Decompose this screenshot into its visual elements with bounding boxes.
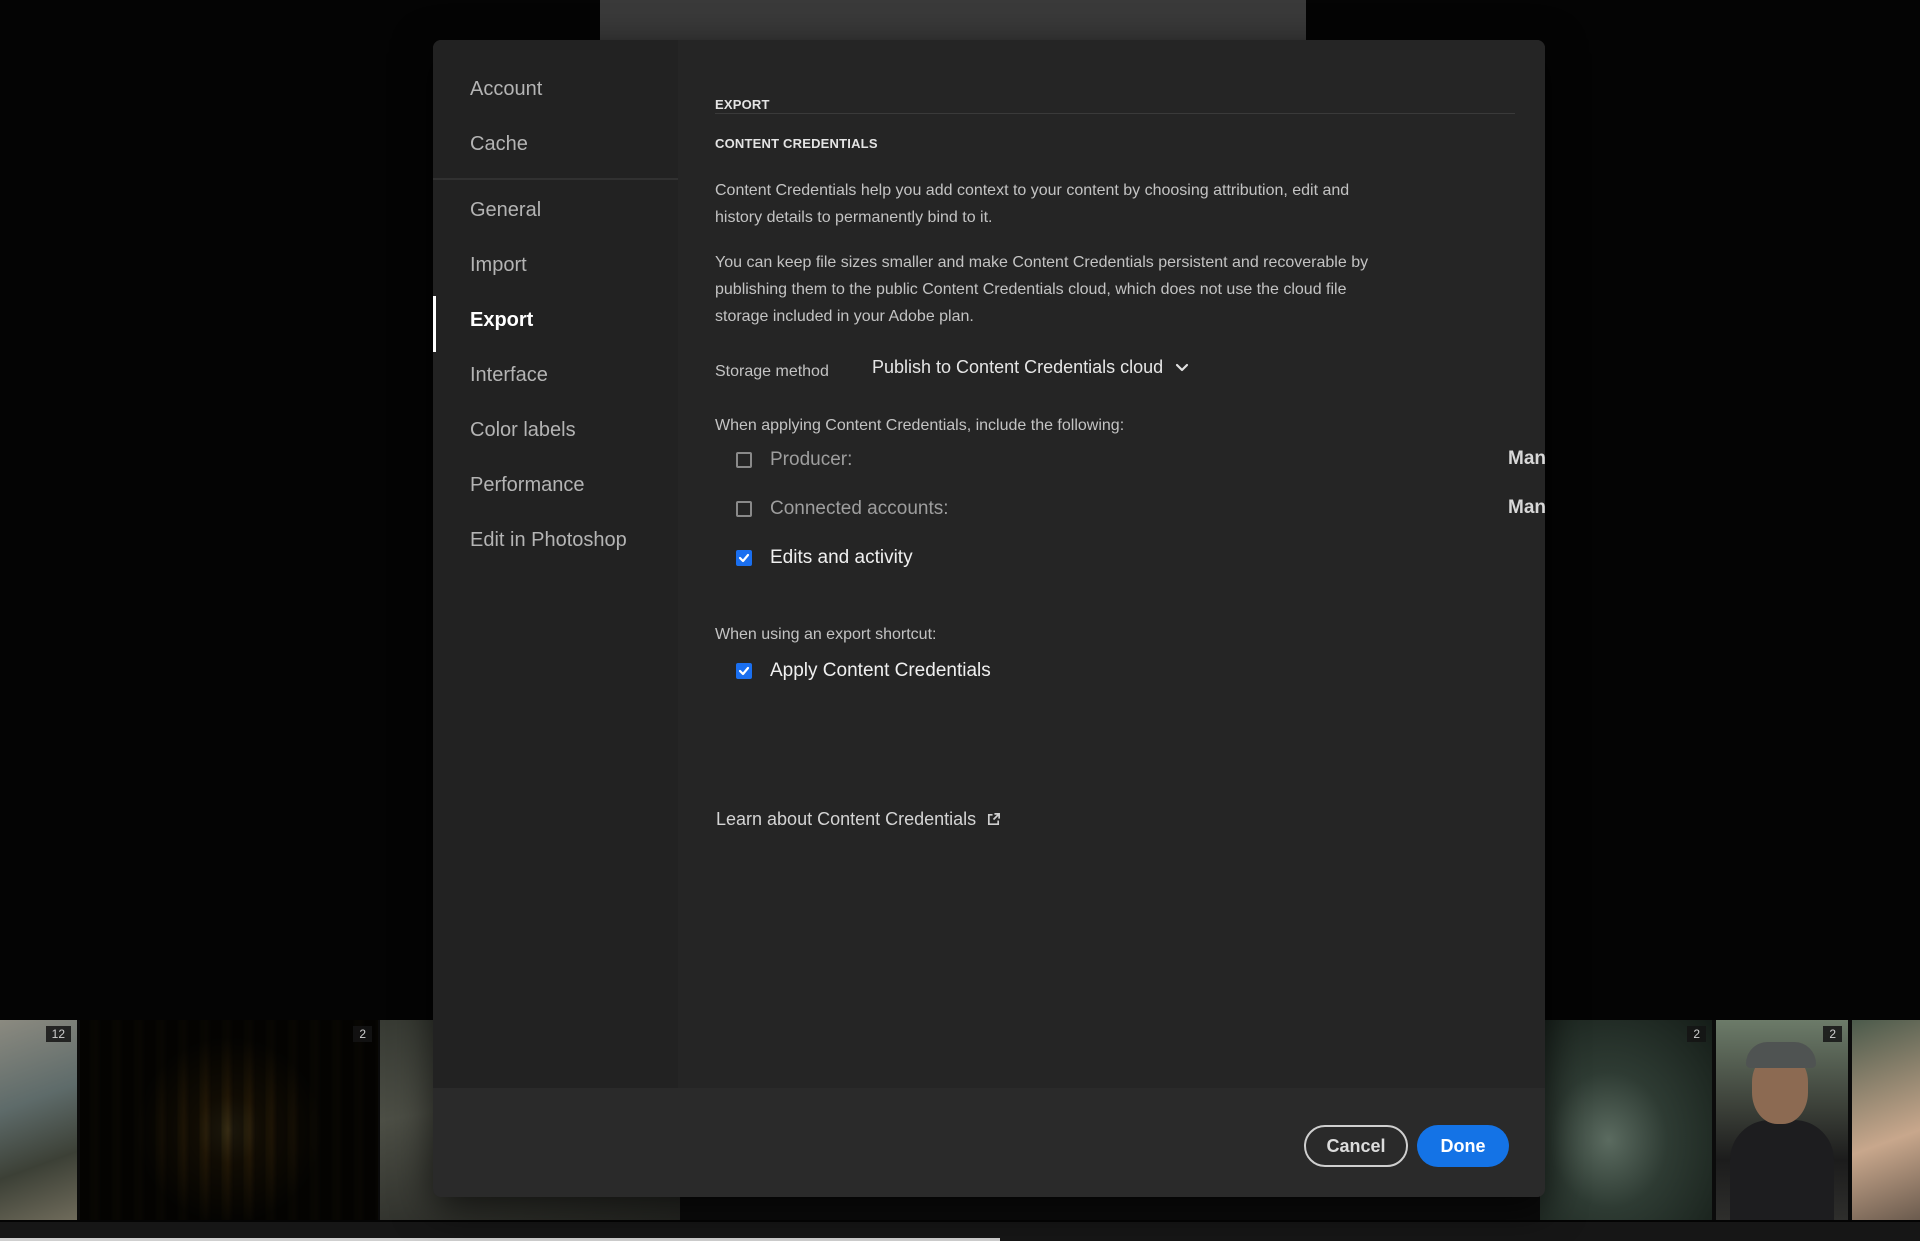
connected-accounts-label: Connected accounts: <box>770 498 949 519</box>
storage-method-value: Publish to Content Credentials cloud <box>872 357 1164 377</box>
learn-link-label: Learn about Content Credentials <box>716 809 977 829</box>
preferences-content: EXPORT CONTENT CREDENTIALS Content Crede… <box>678 40 1545 1088</box>
portrait-cap <box>1746 1042 1816 1068</box>
checkmark-icon <box>738 666 750 676</box>
storage-method-dropdown[interactable]: Publish to Content Credentials cloud <box>872 357 1189 378</box>
stack-count-badge: 12 <box>45 1026 71 1042</box>
storage-method-label: Storage method <box>715 363 829 380</box>
stack-count-badge: 2 <box>1687 1026 1706 1042</box>
thumbnail[interactable]: 2 <box>1716 1020 1848 1220</box>
thumbnail[interactable]: 12 <box>0 1020 77 1220</box>
subsection-title: CONTENT CREDENTIALS <box>715 136 878 151</box>
shortcut-label: When using an export shortcut: <box>715 626 937 643</box>
image-preview-panel <box>600 0 1306 40</box>
checkmark-icon <box>738 553 750 563</box>
chevron-down-icon <box>1176 363 1189 371</box>
producer-checkbox[interactable] <box>736 452 752 468</box>
sidebar-item-interface[interactable]: Interface <box>470 364 548 387</box>
sidebar-item-general[interactable]: General <box>470 199 541 222</box>
sidebar-divider <box>433 178 678 180</box>
edits-activity-option[interactable]: Edits and activity <box>736 547 913 569</box>
preferences-dialog: Account Cache General Import Export Inte… <box>433 40 1545 1197</box>
sidebar-item-export[interactable]: Export <box>470 309 533 332</box>
preferences-sidebar: Account Cache General Import Export Inte… <box>433 40 678 1088</box>
apply-credentials-option[interactable]: Apply Content Credentials <box>736 660 991 682</box>
sidebar-item-account[interactable]: Account <box>470 78 542 101</box>
manage-connected-accounts-link[interactable]: Manage <box>1508 497 1545 519</box>
stack-count-badge: 2 <box>1823 1026 1842 1042</box>
edits-activity-label: Edits and activity <box>770 547 913 568</box>
apply-credentials-checkbox[interactable] <box>736 663 752 679</box>
thumbnail[interactable]: 2 <box>80 1020 378 1220</box>
sidebar-item-color-labels[interactable]: Color labels <box>470 419 576 442</box>
portrait-body <box>1730 1120 1834 1220</box>
description-paragraph-1: Content Credentials help you add context… <box>715 182 1350 226</box>
stack-count-badge: 2 <box>353 1026 372 1042</box>
manage-producer-link[interactable]: Manage <box>1508 448 1545 470</box>
manage-label: Manage <box>1508 448 1545 469</box>
section-title: EXPORT <box>715 97 770 112</box>
cancel-button[interactable]: Cancel <box>1304 1125 1408 1167</box>
bottom-bar <box>0 1222 1920 1241</box>
sidebar-item-import[interactable]: Import <box>470 254 527 277</box>
done-button[interactable]: Done <box>1417 1125 1509 1167</box>
manage-label: Manage <box>1508 497 1545 518</box>
producer-option[interactable]: Producer: <box>736 449 852 471</box>
section-divider <box>715 113 1515 114</box>
learn-about-link[interactable]: Learn about Content Credentials <box>716 809 1001 830</box>
external-link-icon <box>988 813 1001 826</box>
sidebar-item-edit-in-photoshop[interactable]: Edit in Photoshop <box>470 529 627 552</box>
producer-label: Producer: <box>770 449 853 470</box>
connected-accounts-checkbox[interactable] <box>736 501 752 517</box>
sidebar-item-performance[interactable]: Performance <box>470 474 585 497</box>
description-paragraph-2: You can keep file sizes smaller and make… <box>715 254 1369 325</box>
edits-activity-checkbox[interactable] <box>736 550 752 566</box>
sidebar-item-cache[interactable]: Cache <box>470 133 528 156</box>
connected-accounts-option[interactable]: Connected accounts: <box>736 498 949 520</box>
apply-credentials-label: Apply Content Credentials <box>770 660 991 681</box>
thumbnail[interactable]: 2 <box>1540 1020 1712 1220</box>
include-label: When applying Content Credentials, inclu… <box>715 417 1125 434</box>
active-indicator <box>433 296 436 352</box>
thumbnail[interactable] <box>1852 1020 1920 1220</box>
